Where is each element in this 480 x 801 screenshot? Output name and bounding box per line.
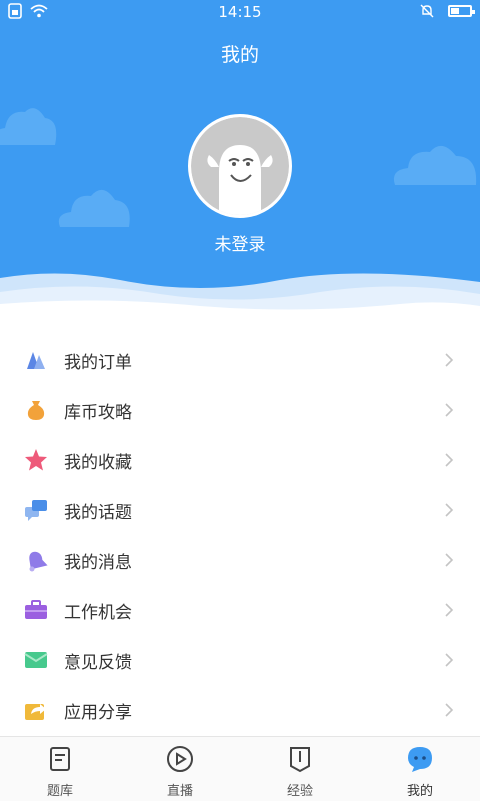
chat-bubbles-icon	[24, 498, 48, 522]
menu-item-label: 我的消息	[64, 552, 132, 573]
menu-item-share[interactable]: 应用分享	[0, 685, 480, 735]
menu-item-label: 应用分享	[64, 702, 132, 723]
money-bag-icon	[24, 398, 48, 422]
battery-icon	[448, 5, 475, 17]
star-icon	[24, 448, 48, 472]
menu-list: 我的订单 库币攻略 我的收藏 我的话题 我的消息 工作机会 意见反馈 应用分享	[0, 335, 480, 735]
tab-label: 题库	[46, 784, 73, 799]
tab-label: 直播	[166, 784, 193, 799]
menu-item-label: 我的收藏	[64, 452, 132, 473]
tab-label: 经验	[286, 784, 313, 799]
status-time: 14:15	[218, 3, 262, 21]
chevron-right-icon	[445, 703, 454, 717]
chevron-right-icon	[445, 353, 454, 367]
menu-item-feedback[interactable]: 意见反馈	[0, 635, 480, 685]
menu-item-coin-guide[interactable]: 库币攻略	[0, 385, 480, 435]
chevron-right-icon	[445, 503, 454, 517]
play-icon	[167, 746, 193, 772]
menu-item-label: 库币攻略	[64, 402, 132, 423]
tab-live[interactable]: 直播	[120, 737, 240, 801]
avatar-face-icon	[191, 117, 289, 215]
chevron-right-icon	[445, 453, 454, 467]
page-title: 我的	[220, 44, 259, 66]
cloud-decoration	[393, 145, 477, 185]
mail-icon	[24, 648, 48, 672]
tab-question-bank[interactable]: 题库	[0, 737, 120, 801]
menu-item-label: 意见反馈	[64, 652, 132, 673]
login-status[interactable]: 未登录	[0, 230, 480, 255]
bottom-tab-bar: 题库 直播 经验 我的	[0, 736, 480, 801]
menu-item-messages[interactable]: 我的消息	[0, 535, 480, 585]
tab-profile[interactable]: 我的	[360, 737, 480, 801]
profile-chat-icon	[408, 747, 432, 772]
bell-off-icon	[420, 4, 434, 18]
tab-label: 我的	[406, 784, 433, 799]
chevron-right-icon	[445, 403, 454, 417]
menu-item-label: 工作机会	[64, 602, 132, 623]
avatar[interactable]	[188, 114, 292, 218]
chevron-right-icon	[445, 553, 454, 567]
chevron-right-icon	[445, 653, 454, 667]
menu-item-jobs[interactable]: 工作机会	[0, 585, 480, 635]
profile-header: 14:15 我的 未登录	[0, 0, 480, 318]
cloud-decoration	[0, 108, 57, 145]
menu-item-label: 我的话题	[64, 502, 132, 523]
bell-icon	[24, 548, 48, 572]
menu-item-topics[interactable]: 我的话题	[0, 485, 480, 535]
status-bar: 14:15	[0, 0, 480, 24]
tab-experience[interactable]: 经验	[240, 737, 360, 801]
menu-item-orders[interactable]: 我的订单	[0, 335, 480, 385]
chevron-right-icon	[445, 603, 454, 617]
briefcase-icon	[24, 598, 48, 622]
question-bank-icon	[50, 747, 70, 771]
menu-item-label: 我的订单	[64, 352, 132, 373]
order-icon	[24, 348, 48, 372]
menu-item-favorites[interactable]: 我的收藏	[0, 435, 480, 485]
wave-decoration	[0, 273, 480, 318]
bookmark-icon	[290, 747, 310, 773]
cloud-decoration	[58, 189, 130, 227]
share-icon	[24, 698, 48, 722]
